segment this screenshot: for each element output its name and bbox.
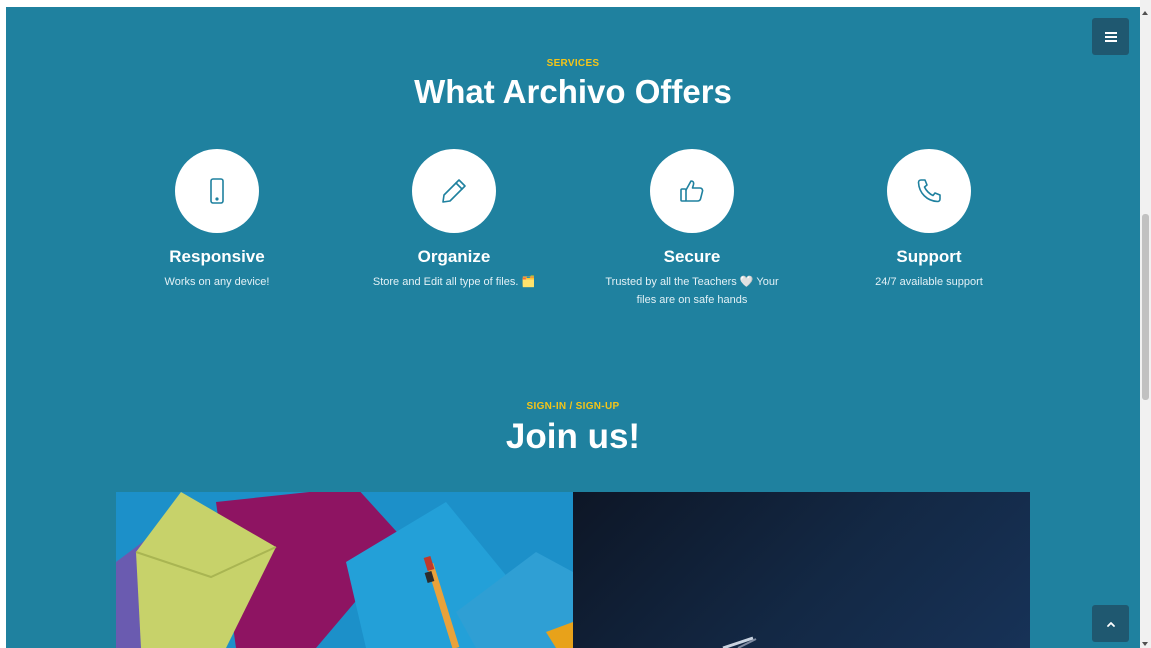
scroll-down-arrow-icon[interactable] (1142, 642, 1148, 646)
service-responsive: Responsive Works on any device! (97, 149, 337, 291)
service-description: Store and Edit all type of files. 🗂️ (372, 276, 536, 288)
services-title: What Archivo Offers (414, 73, 732, 110)
vertical-scrollbar[interactable] (1140, 0, 1151, 648)
sign-up-image-panel[interactable] (573, 492, 1030, 648)
envelopes-illustration (116, 492, 573, 648)
service-name: Support (896, 247, 962, 266)
service-description: Works on any device! (164, 276, 270, 288)
service-organize: Organize Store and Edit all type of file… (334, 149, 574, 291)
service-icon-circle (412, 149, 496, 233)
page: SERVICES What Archivo Offers Responsive … (6, 7, 1140, 648)
telephone-icon (917, 179, 941, 203)
service-description: Trusted by all the Teachers 🤍 Your files… (605, 276, 779, 306)
service-support: Support 24/7 available support (809, 149, 1049, 291)
chevron-up-icon (1106, 621, 1115, 627)
back-to-top-button[interactable] (1092, 605, 1129, 642)
service-icon-circle (175, 149, 259, 233)
service-icon-circle (650, 149, 734, 233)
service-icon-circle (887, 149, 971, 233)
phone-icon (210, 178, 224, 204)
thumbs-up-icon (680, 180, 704, 202)
sign-in-image-panel[interactable] (116, 492, 573, 648)
pencil-icon (442, 179, 466, 203)
service-name: Secure (663, 247, 721, 266)
service-secure: Secure Trusted by all the Teachers 🤍 You… (572, 149, 812, 309)
scrollbar-thumb[interactable] (1142, 214, 1149, 400)
service-name: Responsive (169, 247, 265, 266)
service-name: Organize (417, 247, 491, 266)
hamburger-menu-icon (1104, 31, 1117, 42)
menu-button[interactable] (1092, 18, 1129, 55)
services-eyebrow: SERVICES (546, 58, 600, 69)
service-description: 24/7 available support (875, 276, 983, 288)
pencil-illustration (722, 636, 757, 648)
join-title: Join us! (505, 417, 641, 456)
scroll-up-arrow-icon[interactable] (1142, 11, 1148, 15)
join-eyebrow: SIGN-IN / SIGN-UP (526, 401, 620, 412)
